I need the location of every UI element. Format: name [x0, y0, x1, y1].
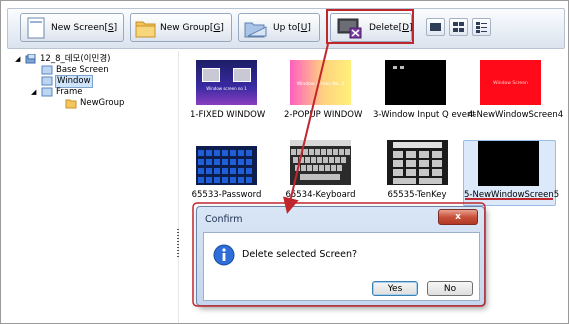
- info-icon: [213, 244, 235, 266]
- thumbnail-preview-text: Window Screen: [493, 81, 528, 86]
- thumbnail-preview: Window Screen: [480, 60, 541, 105]
- folder-up-icon: [244, 22, 267, 38]
- screen-manager-window: New Screen[S] New Group[G] Up to[U] Dele…: [0, 0, 569, 324]
- new-group-label: New Group[G]: [160, 23, 224, 33]
- thumbnail-preview-text: Window screen no 1: [206, 86, 247, 91]
- splitter-handle[interactable]: [177, 229, 179, 257]
- new-screen-icon: [27, 17, 45, 39]
- toolbar: New Screen[S] New Group[G] Up to[U] Dele…: [7, 8, 565, 49]
- screen-thumbnail-6[interactable]: 65534-Keyboard: [284, 136, 357, 206]
- password-keypad-preview: [196, 140, 257, 183]
- screen-thumbnail-8[interactable]: 5-NewWindowScreen5: [463, 140, 560, 206]
- thumbnail-preview: [385, 60, 446, 105]
- screen-thumbnail-1[interactable]: Window screen no 1 1-FIXED WINDOW: [190, 56, 266, 126]
- new-screen-label: New Screen[S]: [51, 23, 118, 33]
- close-icon: x: [455, 212, 461, 222]
- thumbnail-caption: 4-NewWindowScreen4: [468, 110, 564, 120]
- thumbnail-preview: [196, 140, 257, 185]
- details-icon: [476, 22, 487, 33]
- keyboard-preview: [290, 140, 351, 180]
- project-icon: [25, 54, 36, 64]
- expanded-arrow-icon[interactable]: ◢: [31, 87, 36, 98]
- view-details-button[interactable]: [472, 18, 491, 36]
- tree-item-label: NewGroup: [80, 98, 125, 108]
- screen-thumbnail-5[interactable]: 65533-Password: [190, 136, 263, 206]
- tenkey-preview: [393, 142, 442, 184]
- thumbnail-caption: 65534-Keyboard: [285, 190, 356, 200]
- small-icons-icon: [453, 22, 464, 32]
- yes-button[interactable]: Yes: [372, 281, 418, 296]
- thumbnail-preview: Window screen no 1: [196, 60, 257, 105]
- folder-icon: [135, 21, 156, 38]
- confirm-dialog: Confirm x Delete selected Screen? Yes No: [196, 206, 485, 306]
- screen-icon: [41, 76, 53, 86]
- large-icons-icon: [430, 23, 441, 31]
- screen-icon: [41, 65, 53, 75]
- thumbnail-preview: [290, 140, 351, 185]
- up-to-button[interactable]: Up to[U]: [238, 13, 320, 42]
- dialog-title: Confirm: [205, 214, 243, 225]
- delete-screen-icon: [337, 18, 362, 39]
- expanded-arrow-icon[interactable]: ◢: [15, 54, 20, 65]
- new-screen-button[interactable]: New Screen[S]: [20, 13, 124, 42]
- view-small-icons-button[interactable]: [449, 18, 468, 36]
- screen-thumbnail-7[interactable]: 65535-TenKey: [378, 136, 456, 206]
- thumbnail-caption: 2-POPUP WINDOW: [284, 110, 363, 120]
- screen-thumbnail-3[interactable]: 3-Window Input Q event: [373, 56, 476, 126]
- dialog-body: Delete selected Screen? Yes No: [203, 232, 480, 301]
- delete-label: Delete[D]: [369, 23, 413, 33]
- screen-thumbnail-2[interactable]: Window screen No. 2 2-POPUP WINDOW: [284, 56, 363, 126]
- up-to-label: Up to[U]: [273, 23, 311, 33]
- tree-root-label: 12_8_데모(이민경): [40, 54, 111, 64]
- thumbnail-preview: [387, 140, 448, 185]
- dialog-message: Delete selected Screen?: [242, 249, 358, 260]
- thumbnail-caption: 1-FIXED WINDOW: [190, 110, 266, 120]
- thumbnail-caption: 65533-Password: [191, 190, 262, 200]
- new-group-button[interactable]: New Group[G]: [130, 13, 232, 42]
- no-button[interactable]: No: [427, 281, 473, 296]
- thumbnail-caption: 3-Window Input Q event: [373, 110, 476, 120]
- screen-icon: [41, 87, 53, 97]
- view-large-icons-button[interactable]: [426, 18, 445, 36]
- folder-icon: [65, 99, 77, 109]
- screen-thumbnail-4[interactable]: Window Screen 4-NewWindowScreen4: [468, 56, 564, 126]
- thumbnail-caption: 5-NewWindowScreen5: [464, 190, 560, 200]
- pane-divider: [178, 51, 179, 323]
- thumbnail-preview: Window screen No. 2: [290, 60, 351, 105]
- tree-item-label: Frame: [56, 87, 83, 97]
- thumbnail-preview-text: Window screen No. 2: [296, 82, 345, 87]
- thumbnail-preview: [478, 141, 539, 186]
- thumbnail-caption: 65535-TenKey: [387, 190, 447, 200]
- close-button[interactable]: x: [438, 209, 478, 225]
- delete-button[interactable]: Delete[D]: [330, 13, 413, 42]
- screen-tree: ◢ 12_8_데모(이민경) Base Screen Window ◢ Fram…: [9, 51, 179, 323]
